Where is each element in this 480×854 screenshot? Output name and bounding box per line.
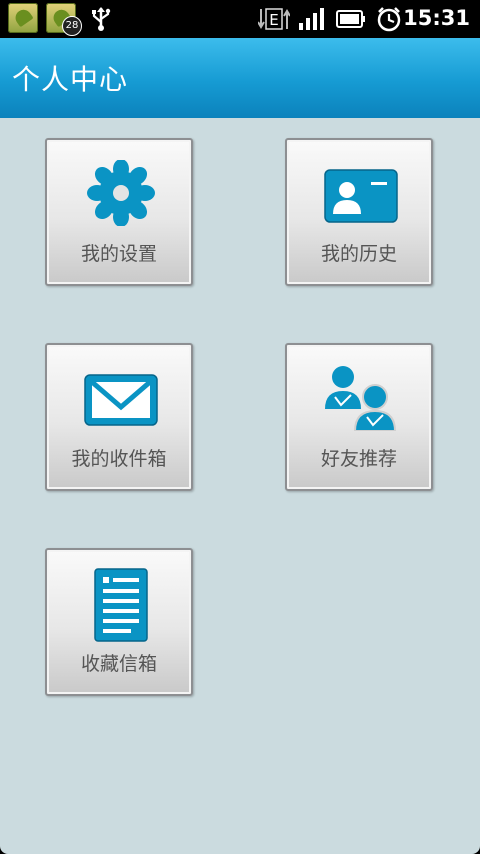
tile-my-settings[interactable]: 我的设置 xyxy=(45,138,193,286)
notification-badge: 28 xyxy=(62,16,82,36)
signal-icon xyxy=(299,8,324,30)
envelope-icon xyxy=(84,374,158,426)
tile-label: 我的历史 xyxy=(320,243,397,265)
status-bar: 28 E 15:31 xyxy=(0,0,480,38)
network-type-label: E xyxy=(269,11,278,29)
alarm-icon xyxy=(377,7,401,32)
tile-grid: 我的设置 我的历史 我的收件箱 好友推荐 收藏信箱 xyxy=(0,118,480,854)
tile-friend-recommend[interactable]: 好友推荐 xyxy=(285,343,433,491)
page-title: 个人中心 xyxy=(12,63,129,96)
tile-label: 收藏信箱 xyxy=(80,653,157,675)
status-clock: 15:31 xyxy=(403,6,470,30)
document-icon xyxy=(94,568,148,642)
battery-icon xyxy=(336,10,365,28)
tile-favorite-mailbox[interactable]: 收藏信箱 xyxy=(45,548,193,696)
id-card-icon xyxy=(324,169,398,223)
gear-icon xyxy=(87,160,155,226)
tile-label: 好友推荐 xyxy=(320,448,397,470)
tile-label: 我的收件箱 xyxy=(71,448,167,470)
usb-icon xyxy=(92,7,111,31)
tile-my-inbox[interactable]: 我的收件箱 xyxy=(45,343,193,491)
tile-my-history[interactable]: 我的历史 xyxy=(285,138,433,286)
app-notification-icon[interactable] xyxy=(8,3,38,33)
tile-label: 我的设置 xyxy=(80,243,157,265)
title-bar: 个人中心 xyxy=(0,38,480,118)
data-transfer-icon: E xyxy=(258,8,290,30)
app-notification-icon[interactable]: 28 xyxy=(46,3,82,36)
friends-icon xyxy=(325,366,397,431)
